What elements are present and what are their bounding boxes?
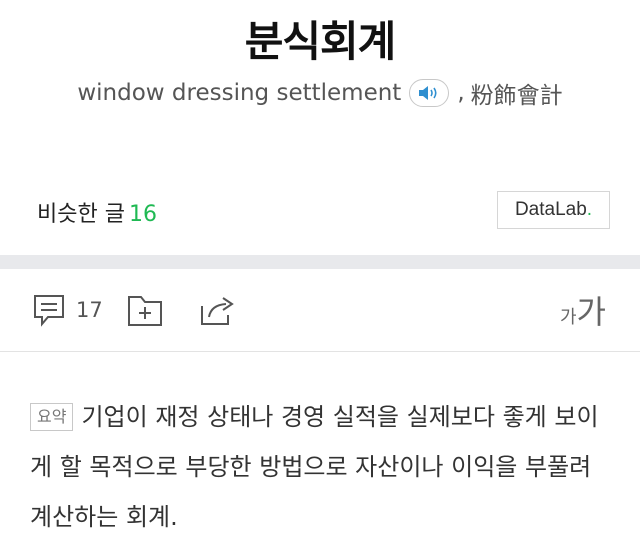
similar-label: 비슷한 글	[37, 202, 125, 227]
speaker-icon	[419, 86, 437, 100]
datalab-button[interactable]: DataLab.	[497, 191, 610, 229]
font-small-label: 가	[559, 307, 577, 328]
datalab-label: DataLab	[514, 199, 587, 220]
comment-count: 17	[76, 298, 103, 322]
entry-title: 분식회계	[244, 17, 397, 66]
font-size-button[interactable]: 가가	[560, 287, 606, 333]
section-divider	[0, 255, 640, 269]
action-toolbar: 17 가가	[0, 269, 640, 352]
font-big-label: 가	[576, 293, 606, 331]
comment-icon	[34, 295, 64, 327]
similar-count: 16	[128, 202, 157, 227]
summary-badge: 요약	[30, 403, 74, 431]
separator: ,	[457, 80, 465, 106]
datalab-dot: .	[586, 199, 593, 220]
similar-articles-link[interactable]: 비슷한 글 16	[37, 196, 157, 228]
hanja-term: 粉飾會計	[470, 83, 563, 109]
english-term: window dressing settlement	[77, 80, 402, 106]
share-button[interactable]	[199, 293, 237, 327]
folder-add-icon	[128, 296, 162, 326]
summary-section: 요약 기업이 재정 상태나 경영 실적을 실제보다 좋게 보이게 할 목적으로 부…	[30, 392, 620, 542]
pronunciation-button[interactable]	[409, 79, 450, 107]
save-to-folder-button[interactable]	[127, 293, 163, 327]
entry-subtitle: window dressing settlement , 粉飾會計	[0, 76, 640, 110]
comment-button[interactable]: 17	[32, 293, 103, 327]
share-icon	[201, 297, 234, 325]
entry-header: 분식회계 window dressing settlement , 粉飾會計 비…	[0, 0, 640, 255]
summary-text: 기업이 재정 상태나 경영 실적을 실제보다 좋게 보이게 할 목적으로 부당한…	[30, 403, 599, 531]
